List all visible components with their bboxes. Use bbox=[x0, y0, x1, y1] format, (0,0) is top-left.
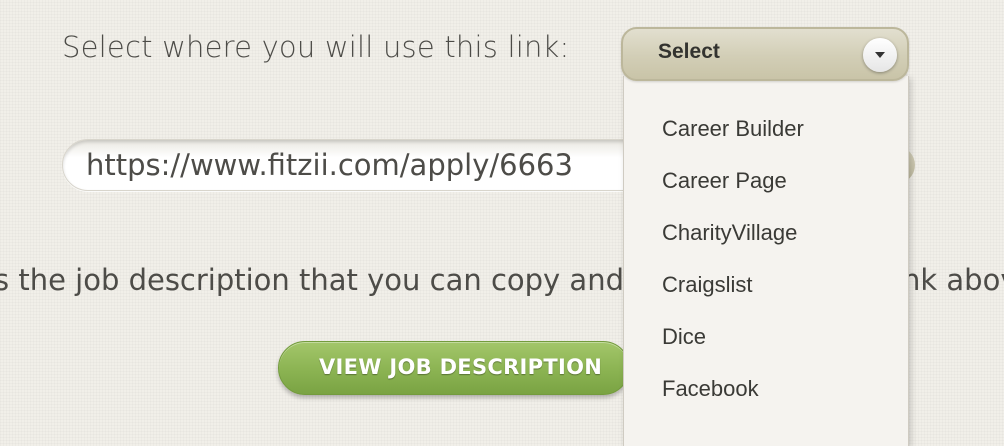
dropdown-option-charityvillage[interactable]: CharityVillage bbox=[662, 220, 804, 272]
chevron-down-icon[interactable] bbox=[863, 38, 897, 72]
dropdown-option-career-page[interactable]: Career Page bbox=[662, 168, 804, 220]
dropdown-option-career-builder[interactable]: Career Builder bbox=[662, 116, 804, 168]
link-usage-select[interactable]: Select bbox=[621, 27, 909, 81]
description-text-left: s the job description that you can copy … bbox=[0, 263, 670, 297]
view-job-description-label: VIEW JOB DESCRIPTION bbox=[319, 355, 603, 379]
dropdown-option-craigslist[interactable]: Craigslist bbox=[662, 272, 804, 324]
view-job-description-button[interactable]: VIEW JOB DESCRIPTION bbox=[278, 341, 630, 395]
description-text-right: nk above bbox=[902, 263, 1004, 297]
job-link-url-text[interactable]: https://www.fitzii.com/apply/6663 bbox=[86, 148, 573, 182]
link-usage-dropdown-list[interactable]: Career Builder Career Page CharityVillag… bbox=[623, 76, 909, 446]
dropdown-option-facebook[interactable]: Facebook bbox=[662, 376, 804, 428]
dropdown-option-dice[interactable]: Dice bbox=[662, 324, 804, 376]
chevron-down-glyph bbox=[875, 52, 885, 58]
description-instructions: s the job description that you can copy … bbox=[0, 263, 1004, 297]
select-current-value: Select bbox=[658, 40, 720, 63]
link-usage-label: Select where you will use this link: bbox=[62, 30, 570, 64]
